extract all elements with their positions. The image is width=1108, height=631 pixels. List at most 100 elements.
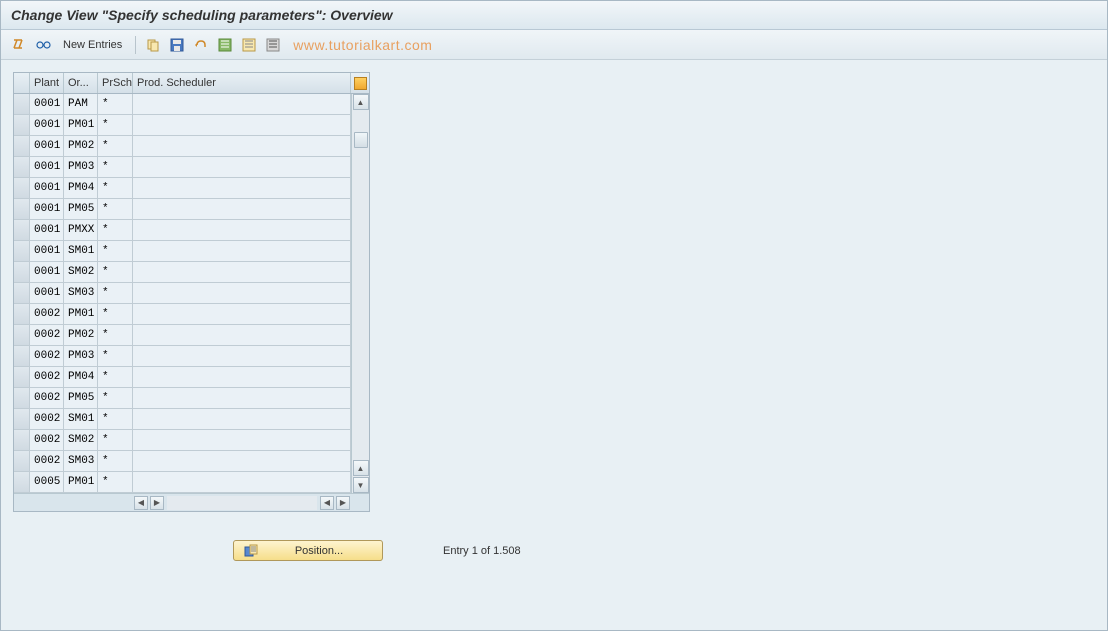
table-row[interactable]: 0002PM05* <box>14 388 351 409</box>
copy-button[interactable] <box>143 35 163 55</box>
row-selector[interactable] <box>14 472 30 493</box>
cell-plant[interactable]: 0002 <box>30 346 64 367</box>
cell-or[interactable]: PM02 <box>64 136 98 157</box>
row-selector[interactable] <box>14 451 30 472</box>
scroll-bottom-button[interactable]: ▼ <box>353 477 369 493</box>
cell-prsch[interactable]: * <box>98 178 133 199</box>
row-selector[interactable] <box>14 220 30 241</box>
cell-prsch[interactable]: * <box>98 325 133 346</box>
cell-plant[interactable]: 0002 <box>30 325 64 346</box>
deselect-all-button[interactable] <box>239 35 259 55</box>
cell-or[interactable]: SM03 <box>64 283 98 304</box>
table-row[interactable]: 0002PM02* <box>14 325 351 346</box>
cell-plant[interactable]: 0001 <box>30 262 64 283</box>
cell-prsch[interactable]: * <box>98 388 133 409</box>
cell-plant[interactable]: 0001 <box>30 220 64 241</box>
cell-plant[interactable]: 0001 <box>30 115 64 136</box>
scroll-down-button[interactable]: ▲ <box>353 460 369 476</box>
cell-prsch[interactable]: * <box>98 94 133 115</box>
table-row[interactable]: 0001PM02* <box>14 136 351 157</box>
row-selector[interactable] <box>14 325 30 346</box>
cell-prod[interactable] <box>133 199 351 220</box>
row-selector[interactable] <box>14 262 30 283</box>
cell-prsch[interactable]: * <box>98 115 133 136</box>
table-row[interactable]: 0001PM05* <box>14 199 351 220</box>
cell-prsch[interactable]: * <box>98 409 133 430</box>
cell-or[interactable]: SM03 <box>64 451 98 472</box>
cell-prod[interactable] <box>133 115 351 136</box>
cell-or[interactable]: PMXX <box>64 220 98 241</box>
cell-or[interactable]: SM01 <box>64 241 98 262</box>
table-row[interactable]: 0001PM04* <box>14 178 351 199</box>
cell-plant[interactable]: 0001 <box>30 94 64 115</box>
cell-prsch[interactable]: * <box>98 346 133 367</box>
cell-or[interactable]: PM01 <box>64 472 98 493</box>
cell-plant[interactable]: 0005 <box>30 472 64 493</box>
row-selector[interactable] <box>14 430 30 451</box>
table-row[interactable]: 0005PM01* <box>14 472 351 493</box>
cell-or[interactable]: SM01 <box>64 409 98 430</box>
row-selector[interactable] <box>14 367 30 388</box>
cell-plant[interactable]: 0002 <box>30 304 64 325</box>
table-row[interactable]: 0001SM02* <box>14 262 351 283</box>
cell-prsch[interactable]: * <box>98 472 133 493</box>
column-plant[interactable]: Plant <box>30 73 64 93</box>
cell-prod[interactable] <box>133 325 351 346</box>
cell-plant[interactable]: 0001 <box>30 283 64 304</box>
table-row[interactable]: 0001PM01* <box>14 115 351 136</box>
cell-prsch[interactable]: * <box>98 283 133 304</box>
cell-prod[interactable] <box>133 367 351 388</box>
table-row[interactable]: 0002PM04* <box>14 367 351 388</box>
cell-prsch[interactable]: * <box>98 262 133 283</box>
list-button[interactable] <box>263 35 283 55</box>
row-selector[interactable] <box>14 94 30 115</box>
row-selector[interactable] <box>14 388 30 409</box>
row-selector[interactable] <box>14 157 30 178</box>
cell-prsch[interactable]: * <box>98 304 133 325</box>
row-selector[interactable] <box>14 115 30 136</box>
cell-plant[interactable]: 0001 <box>30 136 64 157</box>
cell-prod[interactable] <box>133 472 351 493</box>
scroll-track[interactable] <box>353 110 369 460</box>
row-selector[interactable] <box>14 199 30 220</box>
cell-prsch[interactable]: * <box>98 451 133 472</box>
cell-prod[interactable] <box>133 430 351 451</box>
cell-plant[interactable]: 0002 <box>30 367 64 388</box>
new-entries-button[interactable]: New Entries <box>57 39 128 51</box>
cell-prsch[interactable]: * <box>98 241 133 262</box>
hscroll-right-button[interactable]: ▶ <box>150 496 164 510</box>
cell-or[interactable]: PM05 <box>64 388 98 409</box>
cell-prod[interactable] <box>133 157 351 178</box>
table-row[interactable]: 0002PM01* <box>14 304 351 325</box>
cell-or[interactable]: PM02 <box>64 325 98 346</box>
cell-plant[interactable]: 0002 <box>30 430 64 451</box>
row-selector[interactable] <box>14 241 30 262</box>
column-or[interactable]: Or... <box>64 73 98 93</box>
scroll-thumb[interactable] <box>354 132 368 148</box>
hscroll-rightend-button[interactable]: ▶ <box>336 496 350 510</box>
cell-or[interactable]: PM05 <box>64 199 98 220</box>
cell-or[interactable]: PM04 <box>64 367 98 388</box>
cell-prod[interactable] <box>133 262 351 283</box>
cell-plant[interactable]: 0002 <box>30 388 64 409</box>
toggle-button[interactable] <box>9 35 29 55</box>
cell-prod[interactable] <box>133 178 351 199</box>
position-button[interactable]: Position... <box>233 540 383 561</box>
cell-or[interactable]: PM04 <box>64 178 98 199</box>
cell-prsch[interactable]: * <box>98 199 133 220</box>
cell-prod[interactable] <box>133 94 351 115</box>
cell-or[interactable]: PM01 <box>64 115 98 136</box>
cell-or[interactable]: PAM <box>64 94 98 115</box>
cell-plant[interactable]: 0001 <box>30 241 64 262</box>
column-config-button[interactable] <box>351 73 369 93</box>
row-selector[interactable] <box>14 346 30 367</box>
column-select[interactable] <box>14 73 30 93</box>
table-row[interactable]: 0002PM03* <box>14 346 351 367</box>
cell-plant[interactable]: 0001 <box>30 199 64 220</box>
row-selector[interactable] <box>14 283 30 304</box>
row-selector[interactable] <box>14 409 30 430</box>
scroll-up-button[interactable]: ▲ <box>353 94 369 110</box>
row-selector[interactable] <box>14 136 30 157</box>
cell-plant[interactable]: 0001 <box>30 178 64 199</box>
cell-prod[interactable] <box>133 304 351 325</box>
